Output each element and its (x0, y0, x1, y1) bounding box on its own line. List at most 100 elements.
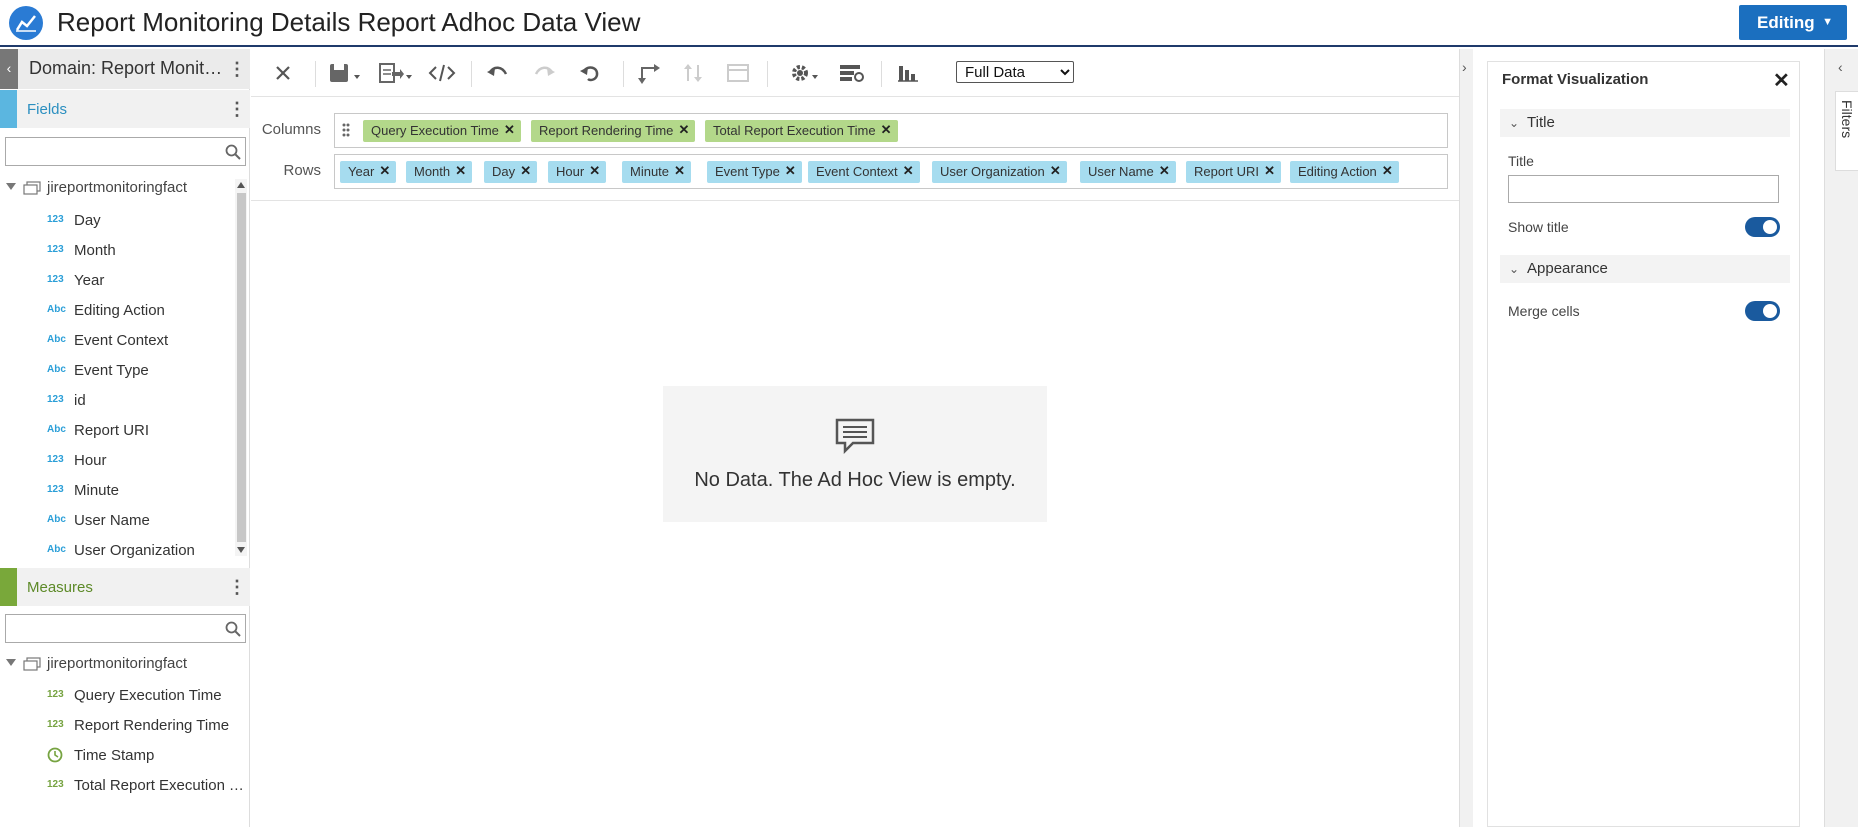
fields-menu-icon[interactable]: ⋮ (228, 98, 246, 120)
measures-search-input[interactable] (6, 615, 216, 642)
format-panel-toggle[interactable]: › (1459, 49, 1473, 827)
fields-search-input[interactable] (6, 138, 216, 165)
options-button[interactable] (787, 58, 825, 88)
field-item[interactable]: Abc Report URI (0, 416, 234, 446)
close-icon[interactable]: ✕ (1773, 68, 1790, 93)
title-field-label: Title (1508, 153, 1534, 169)
field-item[interactable]: Abc Event Type (0, 356, 234, 386)
drag-handle-icon[interactable] (341, 122, 351, 138)
field-label: Month (74, 242, 116, 259)
data-size-select[interactable]: Full Data (956, 61, 1074, 83)
toolbar-separator (471, 61, 472, 87)
field-item[interactable]: 123 id (0, 386, 234, 416)
filters-tab[interactable]: Filters (1835, 91, 1858, 171)
column-pill[interactable]: Report Rendering Time ✕ (531, 120, 696, 142)
row-pill[interactable]: Event Type ✕ (707, 161, 802, 183)
expand-triangle-icon[interactable] (6, 183, 16, 190)
fields-root-label: jireportmonitoringfact (47, 179, 188, 196)
appearance-section-header[interactable]: ⌄ Appearance (1500, 255, 1790, 283)
export-button[interactable] (375, 58, 415, 88)
field-item[interactable]: Abc Editing Action (0, 296, 234, 326)
row-pill[interactable]: Month ✕ (406, 161, 473, 183)
column-pill[interactable]: Query Execution Time ✕ (363, 120, 521, 142)
show-title-toggle[interactable] (1745, 217, 1780, 237)
field-item[interactable]: 123 Hour (0, 446, 234, 476)
measure-item[interactable]: 123 Total Report Execution Time (0, 771, 244, 801)
remove-icon[interactable]: ✕ (881, 122, 892, 138)
columns-drop-zone[interactable]: Query Execution Time ✕ Report Rendering T… (334, 113, 1448, 148)
fields-scrollbar[interactable] (235, 179, 247, 556)
measure-item[interactable]: Time Stamp (0, 741, 234, 771)
switch-axes-button[interactable] (635, 58, 665, 88)
remove-icon[interactable]: ✕ (379, 163, 390, 179)
remove-icon[interactable]: ✕ (674, 163, 685, 179)
remove-icon[interactable]: ✕ (455, 163, 466, 179)
remove-icon[interactable]: ✕ (1382, 163, 1393, 179)
scroll-down-icon[interactable] (237, 547, 245, 553)
row-pill[interactable]: Year ✕ (340, 161, 397, 183)
chart-type-button[interactable] (893, 58, 923, 88)
remove-icon[interactable]: ✕ (679, 122, 690, 138)
row-pill[interactable]: Day ✕ (484, 161, 538, 183)
remove-icon[interactable]: ✕ (785, 163, 796, 179)
search-icon[interactable] (225, 621, 241, 637)
view-sql-button[interactable] (425, 58, 459, 88)
title-input[interactable] (1508, 175, 1779, 203)
row-pill[interactable]: User Name ✕ (1080, 161, 1176, 183)
row-pill[interactable]: Event Context ✕ (808, 161, 920, 183)
close-view-button[interactable] (269, 58, 299, 88)
domain-menu-icon[interactable]: ⋮ (228, 58, 246, 80)
field-item[interactable]: 123 Day (0, 206, 234, 236)
row-pill[interactable]: User Organization ✕ (932, 161, 1067, 183)
undo-all-button[interactable] (575, 58, 605, 88)
fields-tree-root[interactable]: jireportmonitoringfact (0, 177, 235, 201)
undo-button[interactable] (483, 58, 513, 88)
input-controls-button[interactable] (723, 58, 753, 88)
filters-tab-label: Filters (1839, 100, 1855, 139)
save-button[interactable] (325, 58, 365, 88)
measure-item[interactable]: 123 Report Rendering Time (0, 711, 234, 741)
measures-search-box (5, 614, 246, 643)
remove-icon[interactable]: ✕ (589, 163, 600, 179)
remove-icon[interactable]: ✕ (520, 163, 531, 179)
field-item[interactable]: 123 Year (0, 266, 234, 296)
rows-drop-zone[interactable]: Year ✕ Month ✕ Day ✕ Hour ✕ Minute ✕ Event Ty… (334, 154, 1448, 189)
expand-triangle-icon[interactable] (6, 659, 16, 666)
merge-cells-toggle[interactable] (1745, 301, 1780, 321)
row-pill[interactable]: Editing Action ✕ (1290, 161, 1399, 183)
row-pill[interactable]: Hour ✕ (548, 161, 607, 183)
title-section-header[interactable]: ⌄ Title (1500, 109, 1790, 137)
field-item[interactable]: 123 Month (0, 236, 234, 266)
row-pill[interactable]: Report URI ✕ (1186, 161, 1282, 183)
editing-mode-button[interactable]: Editing ▼ (1739, 5, 1847, 40)
chevron-left-icon[interactable]: ‹ (1838, 59, 1843, 75)
remove-icon[interactable]: ✕ (1264, 163, 1275, 179)
column-pill[interactable]: Total Report Execution Time ✕ (705, 120, 898, 142)
search-icon[interactable] (225, 144, 241, 160)
remove-icon[interactable]: ✕ (1159, 163, 1170, 179)
remove-icon[interactable]: ✕ (903, 163, 914, 179)
redo-button[interactable] (529, 58, 559, 88)
data-policy-button[interactable] (835, 58, 869, 88)
field-item[interactable]: Abc User Name (0, 506, 234, 536)
number-type-icon: 123 (47, 244, 64, 255)
measure-item[interactable]: 123 Query Execution Time (0, 681, 234, 711)
format-panel-title: Format Visualization (1502, 71, 1649, 88)
field-item[interactable]: Abc User Organization (0, 536, 234, 566)
field-item[interactable]: 123 Minute (0, 476, 234, 506)
chevron-right-icon[interactable]: › (1462, 59, 1467, 75)
fields-section-header[interactable]: Fields ⋮ (0, 90, 250, 128)
pill-label: Month (414, 164, 451, 179)
remove-icon[interactable]: ✕ (504, 122, 515, 138)
measures-tree-root[interactable]: jireportmonitoringfact (0, 653, 235, 677)
fields-search-box (5, 137, 246, 166)
row-pill[interactable]: Minute ✕ (622, 161, 692, 183)
collapse-left-panel-button[interactable]: ‹ (0, 49, 18, 89)
fields-scroll-thumb[interactable] (237, 193, 246, 542)
sort-button[interactable] (679, 58, 709, 88)
scroll-up-icon[interactable] (237, 182, 245, 188)
measures-menu-icon[interactable]: ⋮ (228, 576, 246, 598)
field-item[interactable]: Abc Event Context (0, 326, 234, 356)
remove-icon[interactable]: ✕ (1050, 163, 1061, 179)
measures-section-header[interactable]: Measures ⋮ (0, 568, 250, 606)
